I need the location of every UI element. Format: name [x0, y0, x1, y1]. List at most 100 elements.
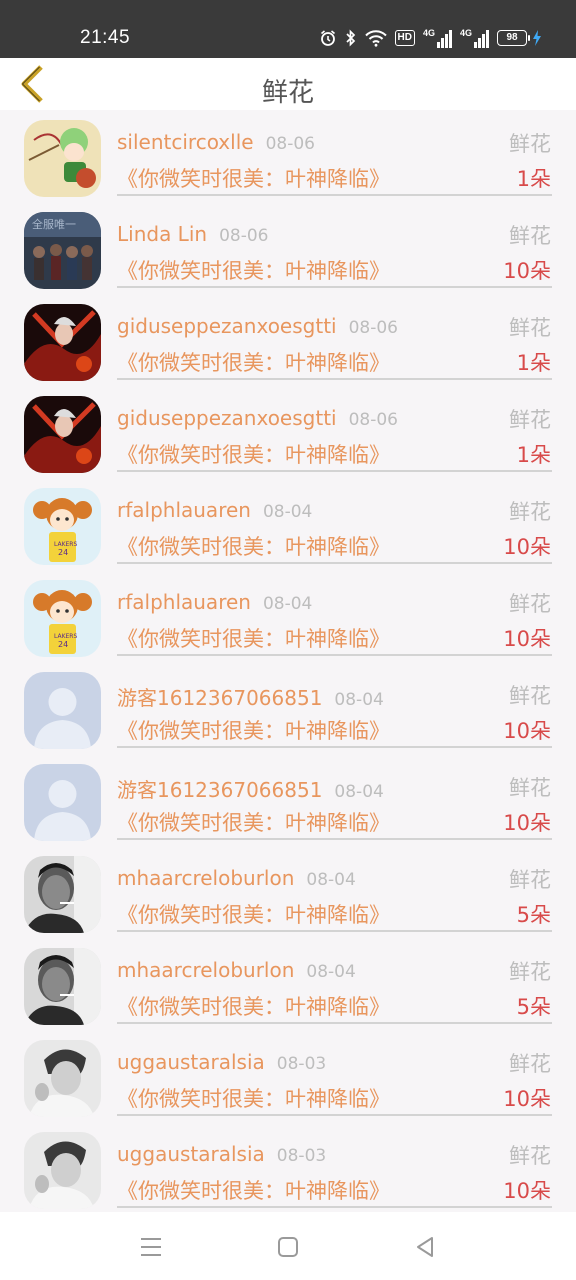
username: mhaarcreloburlon 08-04: [117, 958, 356, 982]
alarm-icon: [319, 29, 337, 47]
divider: [117, 1206, 552, 1208]
cartoon-girl-avatar[interactable]: LAKERS 24: [24, 580, 101, 657]
gift-date: 08-04: [334, 782, 384, 802]
username: uggaustaralsia 08-03: [117, 1142, 327, 1166]
svg-text:LAKERS: LAKERS: [54, 541, 77, 548]
list-item[interactable]: uggaustaralsia 08-03 鲜花 《你微笑时很美：叶神降临》 10朵: [0, 1122, 576, 1214]
username: uggaustaralsia 08-03: [117, 1050, 327, 1074]
username: 游客1612367066851 08-04: [117, 686, 384, 710]
novel-title-link[interactable]: 《你微笑时很美：叶神降临》: [117, 807, 390, 837]
default-user-avatar[interactable]: [24, 672, 101, 749]
back-triangle-icon: [417, 1237, 433, 1257]
flower-count: 10朵: [503, 535, 551, 559]
username: giduseppezanxoesgtti 08-06: [117, 314, 398, 338]
gift-date: 08-03: [276, 1146, 327, 1166]
divider: [117, 470, 552, 472]
divider: [117, 378, 552, 380]
status-time: 21:45: [80, 27, 131, 48]
signal-icon: 4G: [423, 28, 452, 48]
gift-date: 08-03: [276, 1054, 327, 1074]
novel-title-link[interactable]: 《你微笑时很美：叶神降临》: [117, 347, 390, 377]
flower-count: 10朵: [503, 811, 551, 835]
flower-count: 1朵: [516, 443, 551, 467]
page-title: 鲜花: [261, 78, 314, 108]
username: giduseppezanxoesgtti 08-06: [117, 406, 398, 430]
divider: [117, 930, 552, 932]
username: 游客1612367066851 08-04: [117, 778, 384, 802]
list-item[interactable]: 游客1612367066851 08-04 鲜花 《你微笑时很美：叶神降临》 10…: [0, 662, 576, 754]
home-button[interactable]: [273, 1232, 303, 1262]
gift-type-label: 鲜花: [509, 132, 551, 156]
battery-icon: 98: [497, 30, 542, 46]
divider: [117, 194, 552, 196]
list-item[interactable]: LAKERS 24 rfalphlauaren 08-04 鲜花 《你微笑时很美：…: [0, 478, 576, 570]
username: mhaarcreloburlon 08-04: [117, 866, 356, 890]
list-item[interactable]: uggaustaralsia 08-03 鲜花 《你微笑时很美：叶神降临》 10朵: [0, 1030, 576, 1122]
signal-icon-2: 4G: [460, 28, 489, 48]
divider: [117, 562, 552, 564]
divider: [117, 1114, 552, 1116]
novel-title-link[interactable]: 《你微笑时很美：叶神降临》: [117, 163, 390, 193]
gift-date: 08-06: [265, 134, 315, 154]
gift-type-label: 鲜花: [509, 868, 551, 892]
divider: [117, 654, 552, 656]
bw-man-photo-avatar[interactable]: [24, 856, 101, 933]
gift-type-label: 鲜花: [509, 316, 551, 340]
novel-title-link[interactable]: 《你微笑时很美：叶神降临》: [117, 255, 390, 285]
list-item[interactable]: silentcircoxlle 08-06 鲜花 《你微笑时很美：叶神降临》 1朵: [0, 110, 576, 202]
novel-title-link[interactable]: 《你微笑时很美：叶神降临》: [117, 899, 390, 929]
red-warrior-avatar[interactable]: [24, 304, 101, 381]
gift-type-label: 鲜花: [509, 408, 551, 432]
divider: [117, 286, 552, 288]
system-back-button[interactable]: [410, 1232, 440, 1262]
gift-type-label: 鲜花: [509, 500, 551, 524]
novel-title-link[interactable]: 《你微笑时很美：叶神降临》: [117, 1083, 390, 1113]
bluetooth-icon: [345, 29, 357, 47]
status-bar: 21:45 HD 4G 4G 98: [0, 0, 576, 58]
list-item[interactable]: LAKERS 24 rfalphlauaren 08-04 鲜花 《你微笑时很美：…: [0, 570, 576, 662]
anime-archer-avatar[interactable]: [24, 120, 101, 197]
list-item[interactable]: giduseppezanxoesgtti 08-06 鲜花 《你微笑时很美：叶神降…: [0, 294, 576, 386]
novel-title-link[interactable]: 《你微笑时很美：叶神降临》: [117, 991, 390, 1021]
hd-badge: HD: [394, 30, 415, 46]
svg-text:24: 24: [58, 640, 68, 649]
gift-date: 08-06: [348, 318, 398, 338]
flower-count: 5朵: [516, 903, 551, 927]
flower-count: 1朵: [516, 167, 551, 191]
bw-boy-photo-avatar[interactable]: [24, 1040, 101, 1117]
novel-title-link[interactable]: 《你微笑时很美：叶神降临》: [117, 715, 390, 745]
username: Linda Lin 08-06: [117, 222, 269, 246]
menu-button[interactable]: [136, 1232, 166, 1262]
red-warrior-avatar[interactable]: [24, 396, 101, 473]
divider: [117, 838, 552, 840]
gift-date: 08-06: [348, 410, 398, 430]
gift-date: 08-04: [262, 594, 313, 614]
flower-count: 10朵: [503, 719, 551, 743]
gift-type-label: 鲜花: [509, 592, 551, 616]
list-item[interactable]: 游客1612367066851 08-04 鲜花 《你微笑时很美：叶神降临》 10…: [0, 754, 576, 846]
game-group-avatar[interactable]: 全服唯一: [24, 212, 101, 289]
flower-gift-list: silentcircoxlle 08-06 鲜花 《你微笑时很美：叶神降临》 1朵…: [0, 110, 576, 1214]
list-item[interactable]: mhaarcreloburlon 08-04 鲜花 《你微笑时很美：叶神降临》 5…: [0, 846, 576, 938]
gift-date: 08-04: [334, 690, 384, 710]
svg-text:24: 24: [58, 548, 68, 557]
novel-title-link[interactable]: 《你微笑时很美：叶神降临》: [117, 439, 390, 469]
novel-title-link[interactable]: 《你微笑时很美：叶神降临》: [117, 623, 390, 653]
list-item[interactable]: 全服唯一 Linda Lin 08-06 鲜花 《你微笑时很美：叶神降临》 10朵: [0, 202, 576, 294]
flower-count: 10朵: [503, 1179, 551, 1203]
gift-type-label: 鲜花: [509, 776, 551, 800]
flower-count: 5朵: [516, 995, 551, 1019]
default-user-avatar[interactable]: [24, 764, 101, 841]
app-header: 鲜花: [0, 58, 576, 110]
wifi-icon: [364, 29, 387, 47]
gift-date: 08-06: [219, 226, 269, 246]
list-item[interactable]: giduseppezanxoesgtti 08-06 鲜花 《你微笑时很美：叶神降…: [0, 386, 576, 478]
bw-boy-photo-avatar[interactable]: [24, 1132, 101, 1209]
list-item[interactable]: mhaarcreloburlon 08-04 鲜花 《你微笑时很美：叶神降临》 5…: [0, 938, 576, 1030]
gift-type-label: 鲜花: [509, 1052, 551, 1076]
bw-man-photo-avatar[interactable]: [24, 948, 101, 1025]
home-square-icon: [278, 1237, 298, 1257]
cartoon-girl-avatar[interactable]: LAKERS 24: [24, 488, 101, 565]
novel-title-link[interactable]: 《你微笑时很美：叶神降临》: [117, 1175, 390, 1205]
novel-title-link[interactable]: 《你微笑时很美：叶神降临》: [117, 531, 390, 561]
